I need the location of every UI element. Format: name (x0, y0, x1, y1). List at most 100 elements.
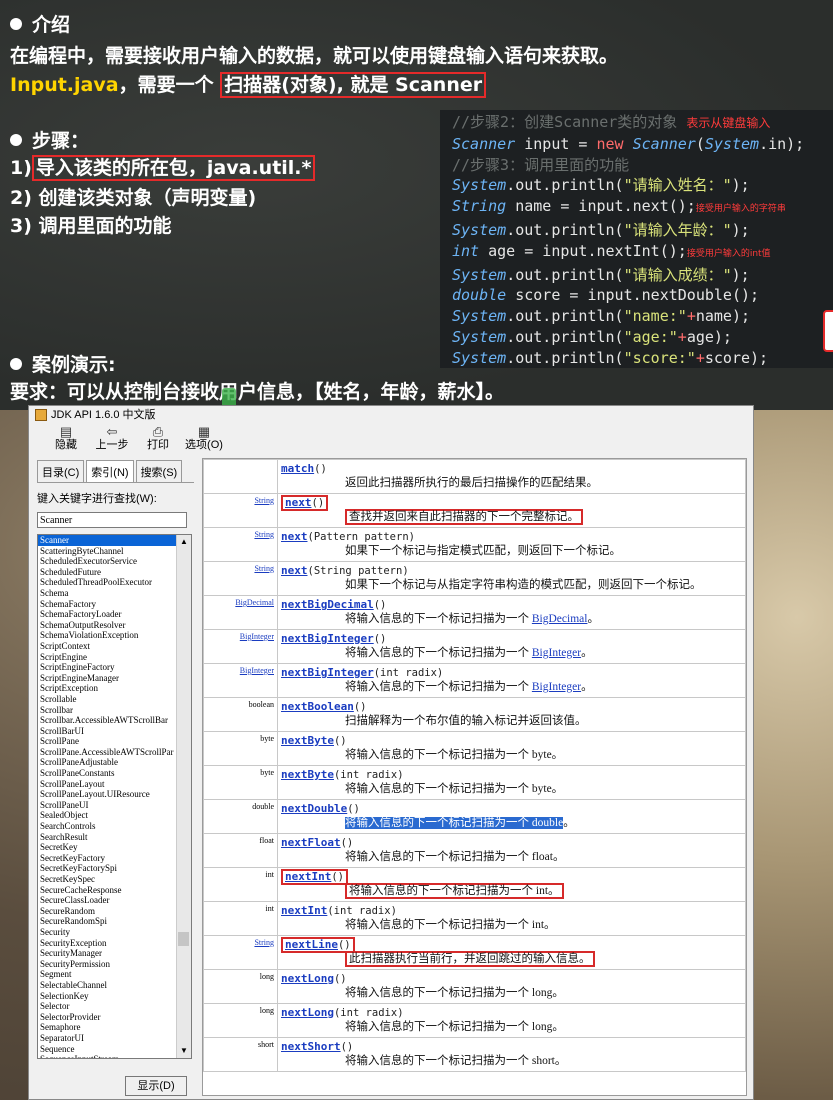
index-list-item[interactable]: Security (38, 927, 178, 938)
index-list-item[interactable]: ScrollBarUI (38, 726, 178, 737)
index-list-item[interactable]: ScrollPaneConstants (38, 768, 178, 779)
step-2: 2) 创建该类对象（声明变量) (10, 187, 257, 209)
method-name-link[interactable]: next (281, 564, 308, 577)
index-list-item[interactable]: ScatteringByteChannel (38, 546, 178, 557)
return-type-link[interactable]: String (254, 938, 274, 947)
index-list-item[interactable]: ScriptEngine (38, 652, 178, 663)
index-list-item[interactable]: ScheduledThreadPoolExecutor (38, 577, 178, 588)
index-list-item[interactable]: SecurityException (38, 938, 178, 949)
nav-tab-0[interactable]: 目录(C) (37, 460, 85, 482)
index-list-item[interactable]: SelectionKey (38, 991, 178, 1002)
toolbar-button-0[interactable]: ▤ 隐藏 (43, 424, 89, 456)
index-list[interactable]: Scanner ScatteringByteChannel ScheduledExe… (37, 534, 192, 1059)
index-list-item[interactable]: SealedObject (38, 810, 178, 821)
method-name-link[interactable]: nextDouble (281, 802, 347, 815)
index-list-item[interactable]: ScrollPaneLayout.UIResource (38, 789, 178, 800)
index-list-item[interactable]: SequenceInputStream (38, 1054, 178, 1058)
highlight-box: nextInt() (281, 869, 349, 885)
index-list-item[interactable]: Scrollbar.AccessibleAWTScrollBar (38, 715, 178, 726)
method-name-link[interactable]: next (285, 496, 312, 509)
method-name-link[interactable]: match (281, 462, 314, 475)
index-list-item[interactable]: SearchControls (38, 821, 178, 832)
toolbar-button-2[interactable]: ⎙ 打印 (135, 424, 181, 456)
index-list-item[interactable]: SeparatorUI (38, 1033, 178, 1044)
index-list-item[interactable]: ScriptContext (38, 641, 178, 652)
index-list-item[interactable]: SecureCacheResponse (38, 885, 178, 896)
index-list-item[interactable]: SecurityPermission (38, 959, 178, 970)
method-name-link[interactable]: nextInt (285, 870, 331, 883)
index-list-item[interactable]: ScriptException (38, 683, 178, 694)
index-list-item[interactable]: Segment (38, 969, 178, 980)
index-list-item[interactable]: Scanner (38, 535, 178, 546)
nav-tab-1[interactable]: 索引(N) (86, 460, 134, 482)
method-name-link[interactable]: nextBigInteger (281, 666, 374, 679)
method-name-link[interactable]: nextLong (281, 972, 334, 985)
index-list-item[interactable]: Scrollable (38, 694, 178, 705)
type-link[interactable]: BigDecimal (532, 613, 588, 625)
toolbar-button-1[interactable]: ⇦ 上一步 (89, 424, 135, 456)
index-list-item[interactable]: SearchResult (38, 832, 178, 843)
method-name-link[interactable]: next (281, 530, 308, 543)
index-list-item[interactable]: ScrollPaneLayout (38, 779, 178, 790)
type-link[interactable]: BigInteger (532, 681, 581, 693)
index-list-item[interactable]: ScheduledExecutorService (38, 556, 178, 567)
index-list-item[interactable]: SelectableChannel (38, 980, 178, 991)
method-row: byte nextByte() 将输入信息的下一个标记扫描为一个 byte。 (203, 731, 746, 766)
index-list-item[interactable]: ScrollPaneUI (38, 800, 178, 811)
index-list-item[interactable]: SecurityManager (38, 948, 178, 959)
method-name-link[interactable]: nextLong (281, 1006, 334, 1019)
index-list-item[interactable]: SecretKeySpec (38, 874, 178, 885)
scroll-up-icon[interactable]: ▲ (177, 535, 191, 549)
show-button[interactable]: 显示(D) (125, 1076, 187, 1096)
index-list-item[interactable]: Semaphore (38, 1022, 178, 1033)
index-list-scrollbar[interactable]: ▲ ▼ (176, 535, 191, 1058)
index-list-item[interactable]: SecretKeyFactorySpi (38, 863, 178, 874)
method-name-link[interactable]: nextLine (285, 938, 338, 951)
return-type-link[interactable]: BigDecimal (235, 598, 274, 607)
return-type-link[interactable]: BigInteger (240, 666, 274, 675)
index-list-item[interactable]: ScrollPane.AccessibleAWTScrollPar (38, 747, 178, 758)
nav-tab-2[interactable]: 搜索(S) (135, 460, 183, 482)
method-name-link[interactable]: nextByte (281, 768, 334, 781)
return-type-link[interactable]: String (254, 496, 274, 505)
method-name-link[interactable]: nextBigDecimal (281, 598, 374, 611)
index-list-item[interactable]: SecureRandom (38, 906, 178, 917)
index-list-item[interactable]: ScriptEngineManager (38, 673, 178, 684)
method-name-link[interactable]: nextBigInteger (281, 632, 374, 645)
index-list-item[interactable]: ScrollPaneAdjustable (38, 757, 178, 768)
index-list-item[interactable]: SecureClassLoader (38, 895, 178, 906)
method-name-link[interactable]: nextByte (281, 734, 334, 747)
method-detail: next(String pattern) 如果下一个标记与从指定字符串构造的模式匹… (277, 561, 746, 596)
index-list-item[interactable]: ScrollPane (38, 736, 178, 747)
return-type-link[interactable]: BigInteger (240, 632, 274, 641)
return-type-link[interactable]: String (254, 530, 274, 539)
method-detail: nextInt() 将输入信息的下一个标记扫描为一个 int。 (277, 867, 746, 902)
index-list-item[interactable]: SchemaViolationException (38, 630, 178, 641)
method-name-link[interactable]: nextFloat (281, 836, 341, 849)
type-link[interactable]: BigInteger (532, 647, 581, 659)
index-list-item[interactable]: Selector (38, 1001, 178, 1012)
method-name-link[interactable]: nextShort (281, 1040, 341, 1053)
index-list-item[interactable]: SecretKeyFactory (38, 853, 178, 864)
index-list-item[interactable]: Schema (38, 588, 178, 599)
index-list-item[interactable]: SelectorProvider (38, 1012, 178, 1023)
scroll-down-icon[interactable]: ▼ (177, 1044, 191, 1058)
index-list-item[interactable]: ScheduledFuture (38, 567, 178, 578)
index-list-item[interactable]: Sequence (38, 1044, 178, 1055)
index-list-item[interactable]: Scrollbar (38, 705, 178, 716)
method-row: BigDecimal nextBigDecimal() 将输入信息的下一个标记扫描为… (203, 595, 746, 630)
method-name-link[interactable]: nextInt (281, 904, 327, 917)
index-list-item[interactable]: ScriptEngineFactory (38, 662, 178, 673)
method-row: String next(String pattern) 如果下一个标记与从指定字符串… (203, 561, 746, 596)
index-list-item[interactable]: SchemaOutputResolver (38, 620, 178, 631)
index-list-item[interactable]: SchemaFactoryLoader (38, 609, 178, 620)
method-name-link[interactable]: nextBoolean (281, 700, 354, 713)
keyword-search-input[interactable]: Scanner (37, 512, 187, 528)
return-type-link[interactable]: String (254, 564, 274, 573)
index-list-item[interactable]: SecureRandomSpi (38, 916, 178, 927)
index-list-item[interactable]: SecretKey (38, 842, 178, 853)
toolbar-button-3[interactable]: ▦ 选项(O) (181, 424, 227, 456)
index-list-item[interactable]: SchemaFactory (38, 599, 178, 610)
scrollbar-thumb[interactable] (178, 932, 189, 946)
method-description: 将输入信息的下一个标记扫描为一个 float。 (345, 851, 565, 863)
